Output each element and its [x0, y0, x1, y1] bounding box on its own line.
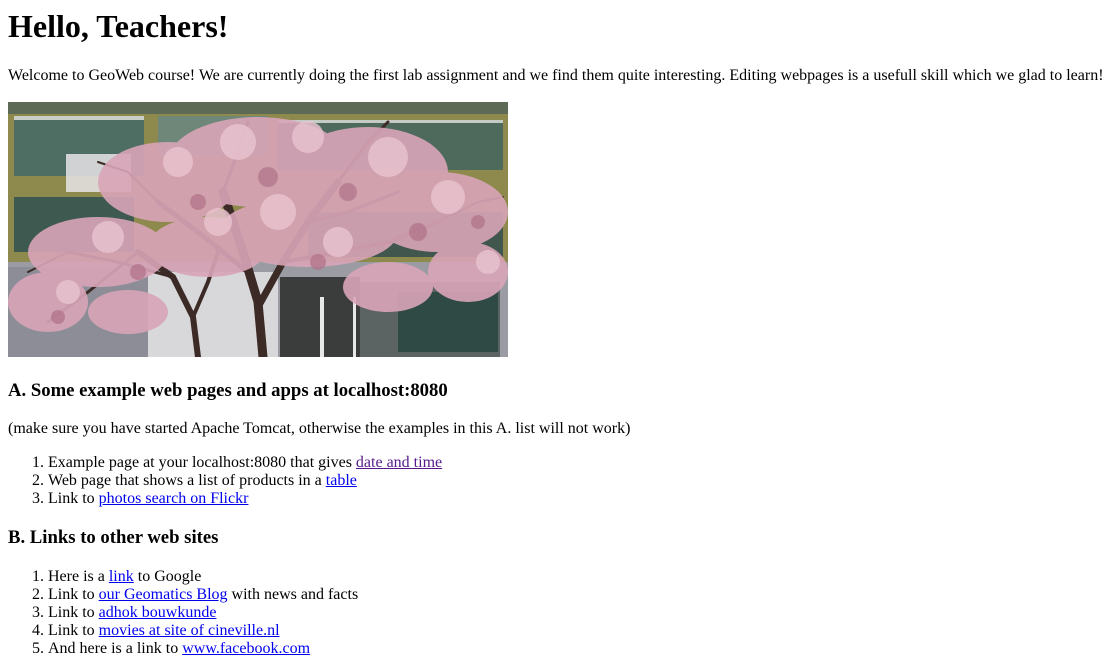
section-a-list: Example page at your localhost:8080 that… [8, 454, 442, 508]
section-a-heading: A. Some example web pages and apps at lo… [8, 380, 448, 401]
list-item-suffix: with news and facts [227, 586, 359, 603]
list-item: Link to our Geomatics Blog with news and… [48, 586, 358, 604]
list-item-text: Link to [48, 490, 99, 507]
list-item: And here is a link to www.facebook.com [48, 640, 358, 658]
list-item: Link to adhok bouwkunde [48, 604, 358, 622]
list-item-text: Link to [48, 604, 99, 621]
list-item: Example page at your localhost:8080 that… [48, 454, 442, 472]
flickr-search-link[interactable]: photos search on Flickr [99, 490, 249, 507]
list-item-text: Link to [48, 586, 99, 603]
cherry-blossom-photo [8, 102, 508, 357]
list-item-text: Here is a [48, 568, 109, 585]
list-item-text: Web page that shows a list of products i… [48, 472, 326, 489]
table-link[interactable]: table [326, 472, 357, 489]
list-item-suffix: to Google [133, 568, 202, 585]
geomatics-blog-link[interactable]: our Geomatics Blog [99, 586, 228, 603]
list-item: Here is a link to Google [48, 568, 358, 586]
section-b-list: Here is a link to Google Link to our Geo… [8, 568, 358, 658]
list-item-text: And here is a link to [48, 640, 183, 657]
google-link[interactable]: link [109, 568, 134, 585]
section-b-heading: B. Links to other web sites [8, 527, 219, 548]
date-and-time-link[interactable]: date and time [356, 454, 442, 471]
intro-paragraph: Welcome to GeoWeb course! We are current… [8, 67, 1104, 84]
list-item: Link to movies at site of cineville.nl [48, 622, 358, 640]
list-item-text: Example page at your localhost:8080 that… [48, 454, 356, 471]
cineville-link[interactable]: movies at site of cineville.nl [99, 622, 280, 639]
facebook-link[interactable]: www.facebook.com [182, 640, 310, 657]
adhok-bouwkunde-link[interactable]: adhok bouwkunde [99, 604, 217, 621]
section-a-note: (make sure you have started Apache Tomca… [8, 420, 631, 437]
list-item: Link to photos search on Flickr [48, 490, 442, 508]
list-item-text: Link to [48, 622, 99, 639]
page-title: Hello, Teachers! [8, 8, 229, 44]
list-item: Web page that shows a list of products i… [48, 472, 442, 490]
